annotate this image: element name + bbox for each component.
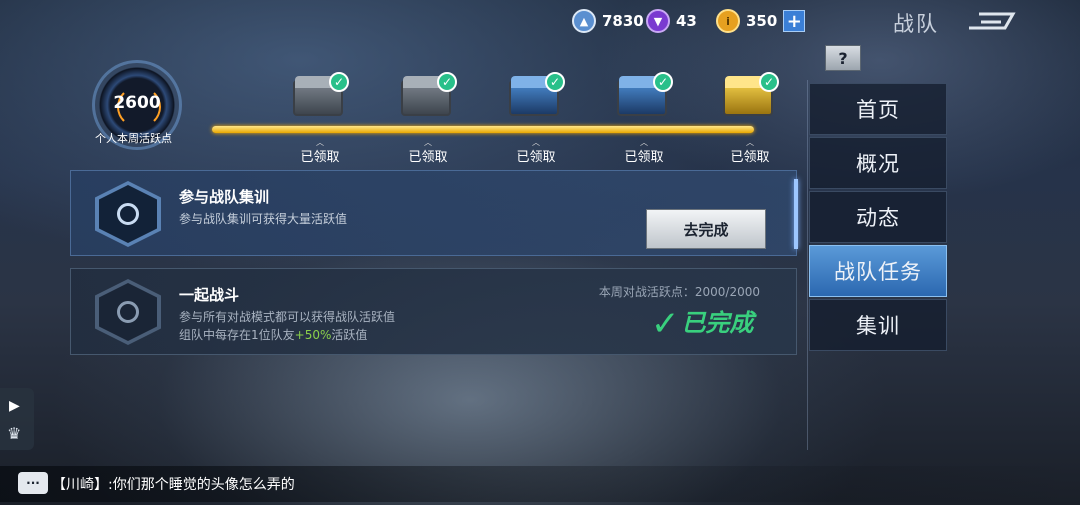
completed-stamp: ✓已完成 bbox=[651, 304, 754, 344]
nav-overview[interactable]: 概况 bbox=[809, 137, 947, 189]
gold-coin-icon: i bbox=[716, 9, 740, 33]
points-icon: ▲ bbox=[572, 9, 596, 33]
chat-message[interactable]: 【川崎】:你们那个睡觉的头像怎么弄的 bbox=[52, 474, 295, 494]
check-icon: ✓ bbox=[437, 72, 457, 92]
task-title: 参与战队集训 bbox=[179, 188, 270, 206]
nav-news[interactable]: 动态 bbox=[809, 191, 947, 243]
task-card-battle: 一起战斗 本周对战活跃点：2000/2000 参与所有对战模式都可以获得战队活跃… bbox=[70, 268, 797, 355]
add-currency-button[interactable]: + bbox=[783, 10, 806, 32]
currency-gold-value: 350 bbox=[746, 12, 778, 30]
activity-value: 2600 bbox=[113, 93, 161, 113]
currency-gold: i 350 + bbox=[716, 9, 806, 33]
task-title: 一起战斗 bbox=[179, 286, 240, 304]
checkmark-icon: ✓ bbox=[651, 304, 680, 344]
check-icon: ✓ bbox=[329, 72, 349, 92]
currency-gems-value: 43 bbox=[676, 12, 697, 30]
chat-icon[interactable]: ··· bbox=[18, 472, 48, 494]
team-emblem-icon bbox=[95, 279, 161, 345]
task-desc: 参与所有对战模式都可以获得战队活跃值 bbox=[179, 310, 396, 324]
chest-3-status: ︿ 已领取 bbox=[516, 138, 556, 166]
chest-2[interactable]: ✓ bbox=[401, 72, 457, 120]
weekly-battle-points: 本周对战活跃点：2000/2000 bbox=[598, 285, 760, 299]
currency-gems: ▼ 43 bbox=[646, 9, 697, 33]
nav-training[interactable]: 集训 bbox=[809, 299, 947, 351]
chest-4-status: ︿ 已领取 bbox=[624, 138, 664, 166]
gem-icon: ▼ bbox=[646, 9, 670, 33]
currency-points: ▲ 7830 bbox=[572, 9, 644, 33]
help-button[interactable]: ? bbox=[825, 45, 861, 71]
back-icon[interactable] bbox=[965, 10, 1017, 32]
card-edge-glow bbox=[794, 179, 798, 249]
expand-arrow-icon[interactable]: ▶ bbox=[9, 398, 20, 414]
chest-3[interactable]: ✓ bbox=[509, 72, 565, 120]
go-complete-button[interactable]: 去完成 bbox=[646, 209, 766, 249]
side-toolbar: ▶ ♛ bbox=[0, 388, 34, 450]
activity-label: 个人本周活跃点 bbox=[95, 132, 172, 145]
currency-points-value: 7830 bbox=[602, 12, 644, 30]
nav-team-tasks[interactable]: 战队任务 bbox=[809, 245, 947, 297]
chest-5-status: ︿ 已领取 bbox=[730, 138, 770, 166]
task-bonus-desc: 组队中每存在1位队友+50%活跃值 bbox=[179, 328, 368, 342]
chest-5[interactable]: ✓ bbox=[723, 72, 779, 120]
nav-home[interactable]: 首页 bbox=[809, 83, 947, 135]
team-icon[interactable]: ♛ bbox=[7, 424, 21, 443]
nav-divider bbox=[807, 80, 808, 450]
team-emblem-icon bbox=[95, 181, 161, 247]
activity-progress-bar bbox=[212, 126, 754, 133]
page-title: 战队 bbox=[893, 12, 939, 36]
task-card-training: 参与战队集训 参与战队集训可获得大量活跃值 去完成 bbox=[70, 170, 798, 256]
check-icon: ✓ bbox=[653, 72, 673, 92]
task-desc: 参与战队集训可获得大量活跃值 bbox=[179, 212, 348, 226]
chest-1[interactable]: ✓ bbox=[293, 72, 349, 120]
chest-4[interactable]: ✓ bbox=[617, 72, 673, 120]
chest-1-status: ︿ 已领取 bbox=[300, 138, 340, 166]
chest-2-status: ︿ 已领取 bbox=[408, 138, 448, 166]
check-icon: ✓ bbox=[545, 72, 565, 92]
check-icon: ✓ bbox=[759, 72, 779, 92]
